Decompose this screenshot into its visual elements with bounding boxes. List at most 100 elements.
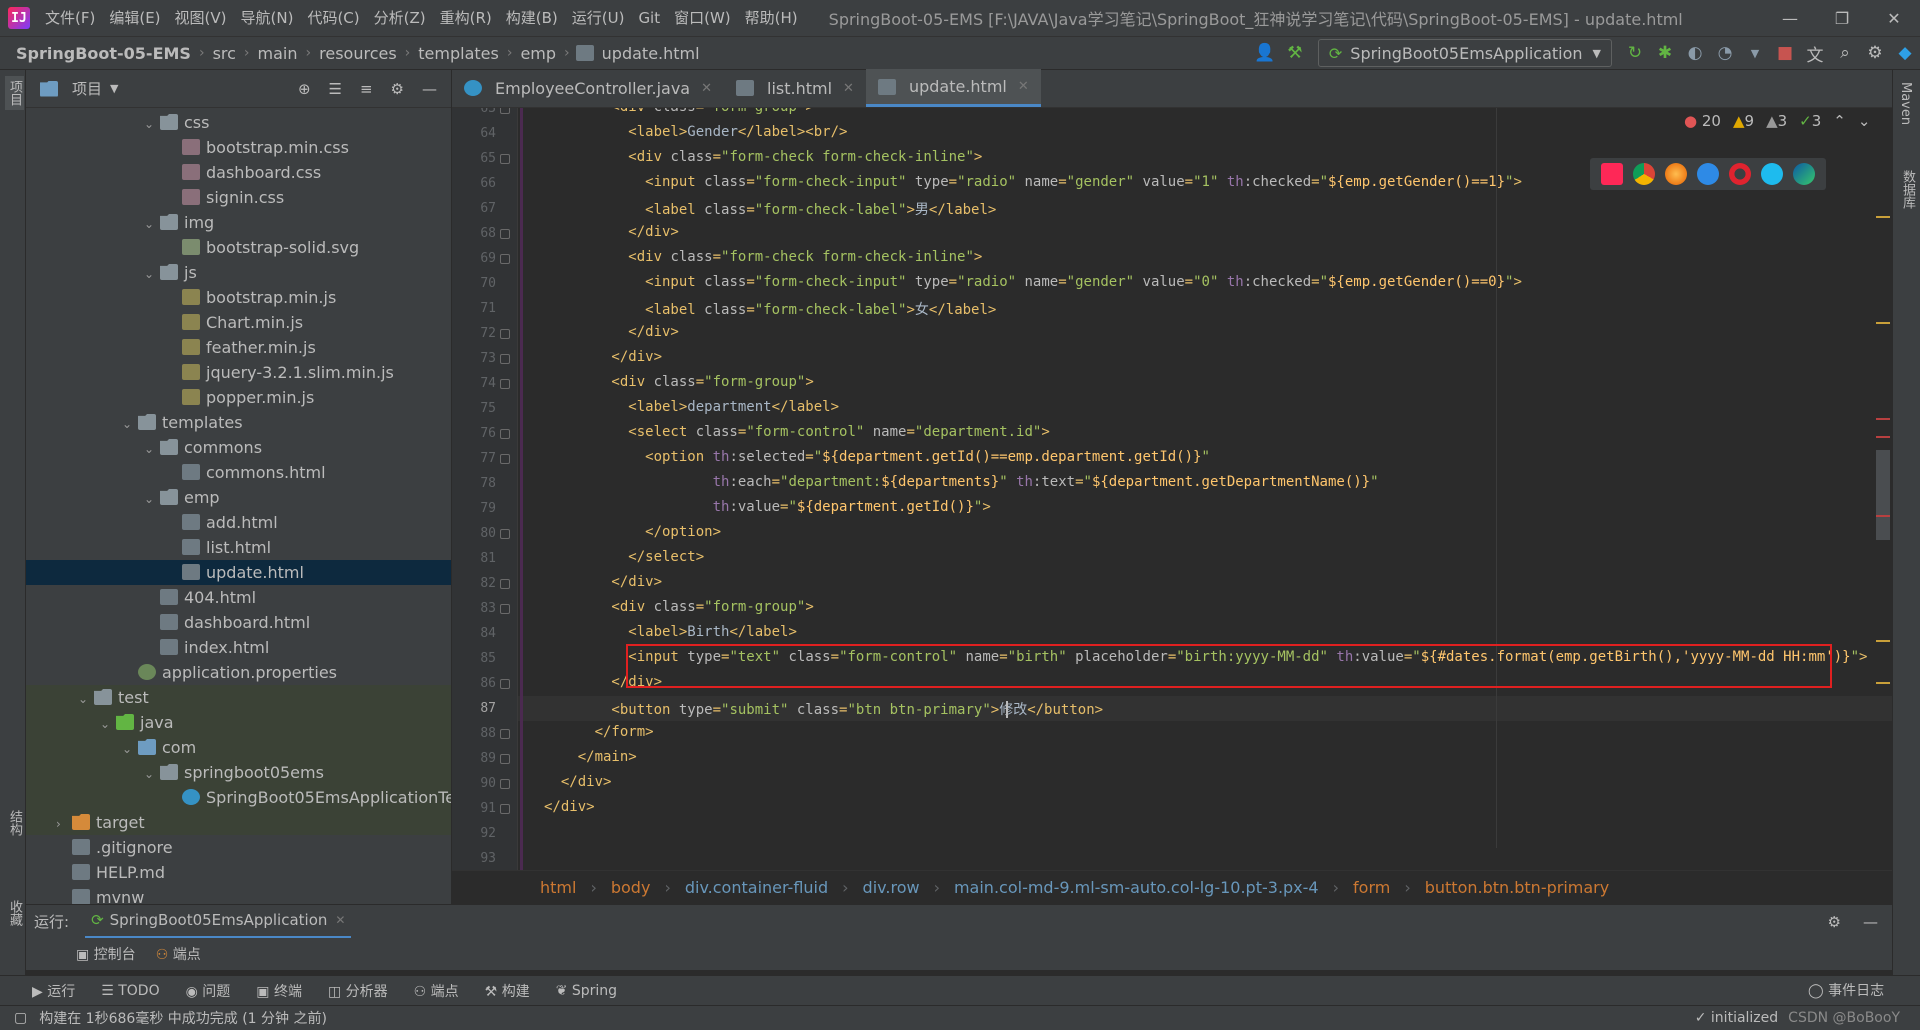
- tree-item[interactable]: HELP.md: [26, 860, 451, 885]
- breadcrumb-item[interactable]: resources: [317, 44, 399, 63]
- tool-window-button[interactable]: ◉ 问题: [186, 981, 231, 1001]
- expand-all-icon[interactable]: ☰: [329, 80, 342, 98]
- editor-breadcrumb-item[interactable]: div.container-fluid: [685, 878, 828, 897]
- chevron-right-icon[interactable]: ›: [56, 812, 72, 837]
- tree-item[interactable]: ⌄ emp: [26, 485, 451, 510]
- fold-marker-icon[interactable]: [500, 729, 510, 739]
- tree-item[interactable]: ⌄ test: [26, 685, 451, 710]
- fold-marker-icon[interactable]: [500, 754, 510, 764]
- close-icon[interactable]: ✕: [335, 913, 345, 927]
- close-icon[interactable]: ✕: [1018, 79, 1029, 94]
- rerun-icon[interactable]: ↻: [1620, 38, 1650, 68]
- tree-item[interactable]: 404.html: [26, 585, 451, 610]
- menu-item[interactable]: 文件(F): [38, 0, 102, 36]
- scroll-thumb[interactable]: [1876, 450, 1890, 540]
- tree-item[interactable]: SpringBoot05EmsApplicationTes: [26, 785, 451, 810]
- breadcrumb-item[interactable]: templates: [416, 44, 501, 63]
- plugin-icon[interactable]: ◆: [1890, 38, 1920, 68]
- opera-icon[interactable]: [1729, 163, 1751, 185]
- breadcrumb-item[interactable]: emp: [518, 44, 558, 63]
- menu-item[interactable]: 分析(Z): [367, 0, 433, 36]
- menu-item[interactable]: 窗口(W): [667, 0, 738, 36]
- structure-tool-button[interactable]: 结构: [5, 810, 24, 836]
- menu-item[interactable]: 代码(C): [300, 0, 366, 36]
- run-settings-gear-icon[interactable]: ⚙: [1828, 913, 1841, 931]
- tree-item[interactable]: update.html: [26, 560, 451, 585]
- chevron-up-icon[interactable]: ⌃: [1833, 112, 1846, 130]
- chevron-down-icon[interactable]: ⌄: [144, 112, 160, 137]
- editor-tab[interactable]: update.html ✕: [865, 69, 1041, 107]
- fold-marker-icon[interactable]: [500, 579, 510, 589]
- chevron-down-icon[interactable]: ⌄: [1858, 112, 1871, 130]
- panel-settings-gear-icon[interactable]: ⚙: [391, 80, 404, 98]
- fold-marker-icon[interactable]: [500, 254, 510, 264]
- user-icon[interactable]: 👤: [1250, 38, 1280, 68]
- menu-item[interactable]: 视图(V): [168, 0, 234, 36]
- tool-window-button[interactable]: ☰ TODO: [101, 983, 159, 999]
- editor-breadcrumb-item[interactable]: form: [1353, 878, 1390, 897]
- fold-marker-icon[interactable]: [500, 154, 510, 164]
- tool-window-button[interactable]: ⚒ 构建: [485, 981, 530, 1001]
- maven-tool-button[interactable]: Maven: [1898, 82, 1913, 125]
- minimize-button[interactable]: —: [1764, 9, 1816, 28]
- profile-icon[interactable]: ◔: [1710, 38, 1740, 68]
- tool-window-button[interactable]: ❦ Spring: [556, 983, 617, 999]
- tree-item[interactable]: Chart.min.js: [26, 310, 451, 335]
- tree-item[interactable]: ⌄ java: [26, 710, 451, 735]
- chevron-down-icon[interactable]: ⌄: [100, 712, 116, 737]
- project-panel-title[interactable]: 项目: [72, 78, 102, 99]
- build-hammer-icon[interactable]: ⚒: [1280, 38, 1310, 68]
- tree-item[interactable]: .gitignore: [26, 835, 451, 860]
- fold-marker-icon[interactable]: [500, 779, 510, 789]
- ie-icon[interactable]: [1761, 163, 1783, 185]
- event-log-button[interactable]: ◯ 事件日志: [1808, 980, 1884, 1000]
- tree-item[interactable]: › target: [26, 810, 451, 835]
- safari-icon[interactable]: [1697, 163, 1719, 185]
- favorites-tool-button[interactable]: 收藏: [5, 900, 24, 926]
- tree-item[interactable]: bootstrap-solid.svg: [26, 235, 451, 260]
- hide-panel-icon[interactable]: —: [422, 80, 437, 98]
- menu-item[interactable]: 导航(N): [234, 0, 301, 36]
- fold-marker-icon[interactable]: [500, 804, 510, 814]
- run-config-tab[interactable]: ⟳ SpringBoot05EmsApplication ✕: [85, 905, 352, 939]
- database-tool-button[interactable]: 数据库: [1898, 170, 1917, 209]
- fold-marker-icon[interactable]: [500, 329, 510, 339]
- tree-item[interactable]: bootstrap.min.js: [26, 285, 451, 310]
- chevron-down-icon[interactable]: ⌄: [144, 262, 160, 287]
- restore-button[interactable]: ❐: [1816, 9, 1868, 28]
- fold-marker-icon[interactable]: [500, 604, 510, 614]
- chevron-down-icon[interactable]: ⌄: [144, 437, 160, 462]
- fold-marker-icon[interactable]: [500, 354, 510, 364]
- more-run-icon[interactable]: ▼: [1740, 38, 1770, 68]
- intellij-browser-icon[interactable]: [1601, 163, 1623, 185]
- tree-item[interactable]: jquery-3.2.1.slim.min.js: [26, 360, 451, 385]
- breadcrumb-item[interactable]: src: [211, 44, 238, 63]
- menu-item[interactable]: 重构(R): [433, 0, 499, 36]
- search-icon[interactable]: ⌕: [1830, 38, 1860, 68]
- tree-item[interactable]: ⌄ css: [26, 110, 451, 135]
- chevron-down-icon[interactable]: ⌄: [122, 737, 138, 762]
- tree-item[interactable]: signin.css: [26, 185, 451, 210]
- fold-marker-icon[interactable]: [500, 108, 510, 114]
- editor-breadcrumb-item[interactable]: html: [540, 878, 576, 897]
- locate-icon[interactable]: ⊕: [298, 80, 311, 98]
- tree-item[interactable]: ⌄ springboot05ems: [26, 760, 451, 785]
- tree-item[interactable]: list.html: [26, 535, 451, 560]
- close-window-button[interactable]: ✕: [1868, 9, 1920, 28]
- tool-window-button[interactable]: ▣ 终端: [256, 981, 302, 1001]
- editor-breadcrumb-item[interactable]: body: [611, 878, 651, 897]
- debug-icon[interactable]: ✱: [1650, 38, 1680, 68]
- settings-gear-icon[interactable]: ⚙: [1860, 38, 1890, 68]
- chevron-down-icon[interactable]: ⌄: [144, 487, 160, 512]
- tree-item[interactable]: feather.min.js: [26, 335, 451, 360]
- firefox-icon[interactable]: [1665, 163, 1687, 185]
- editor-breadcrumb-item[interactable]: div.row: [863, 878, 920, 897]
- console-tab[interactable]: ▣ 控制台: [76, 944, 136, 964]
- collapse-all-icon[interactable]: ≡: [360, 80, 373, 98]
- endpoints-tab[interactable]: ⚇ 端点: [156, 944, 201, 964]
- error-stripe[interactable]: [1876, 120, 1890, 860]
- tree-item[interactable]: index.html: [26, 635, 451, 660]
- editor-tab[interactable]: list.html ✕: [724, 69, 866, 107]
- chevron-down-icon[interactable]: ⌄: [78, 687, 94, 712]
- tree-item[interactable]: ⌄ img: [26, 210, 451, 235]
